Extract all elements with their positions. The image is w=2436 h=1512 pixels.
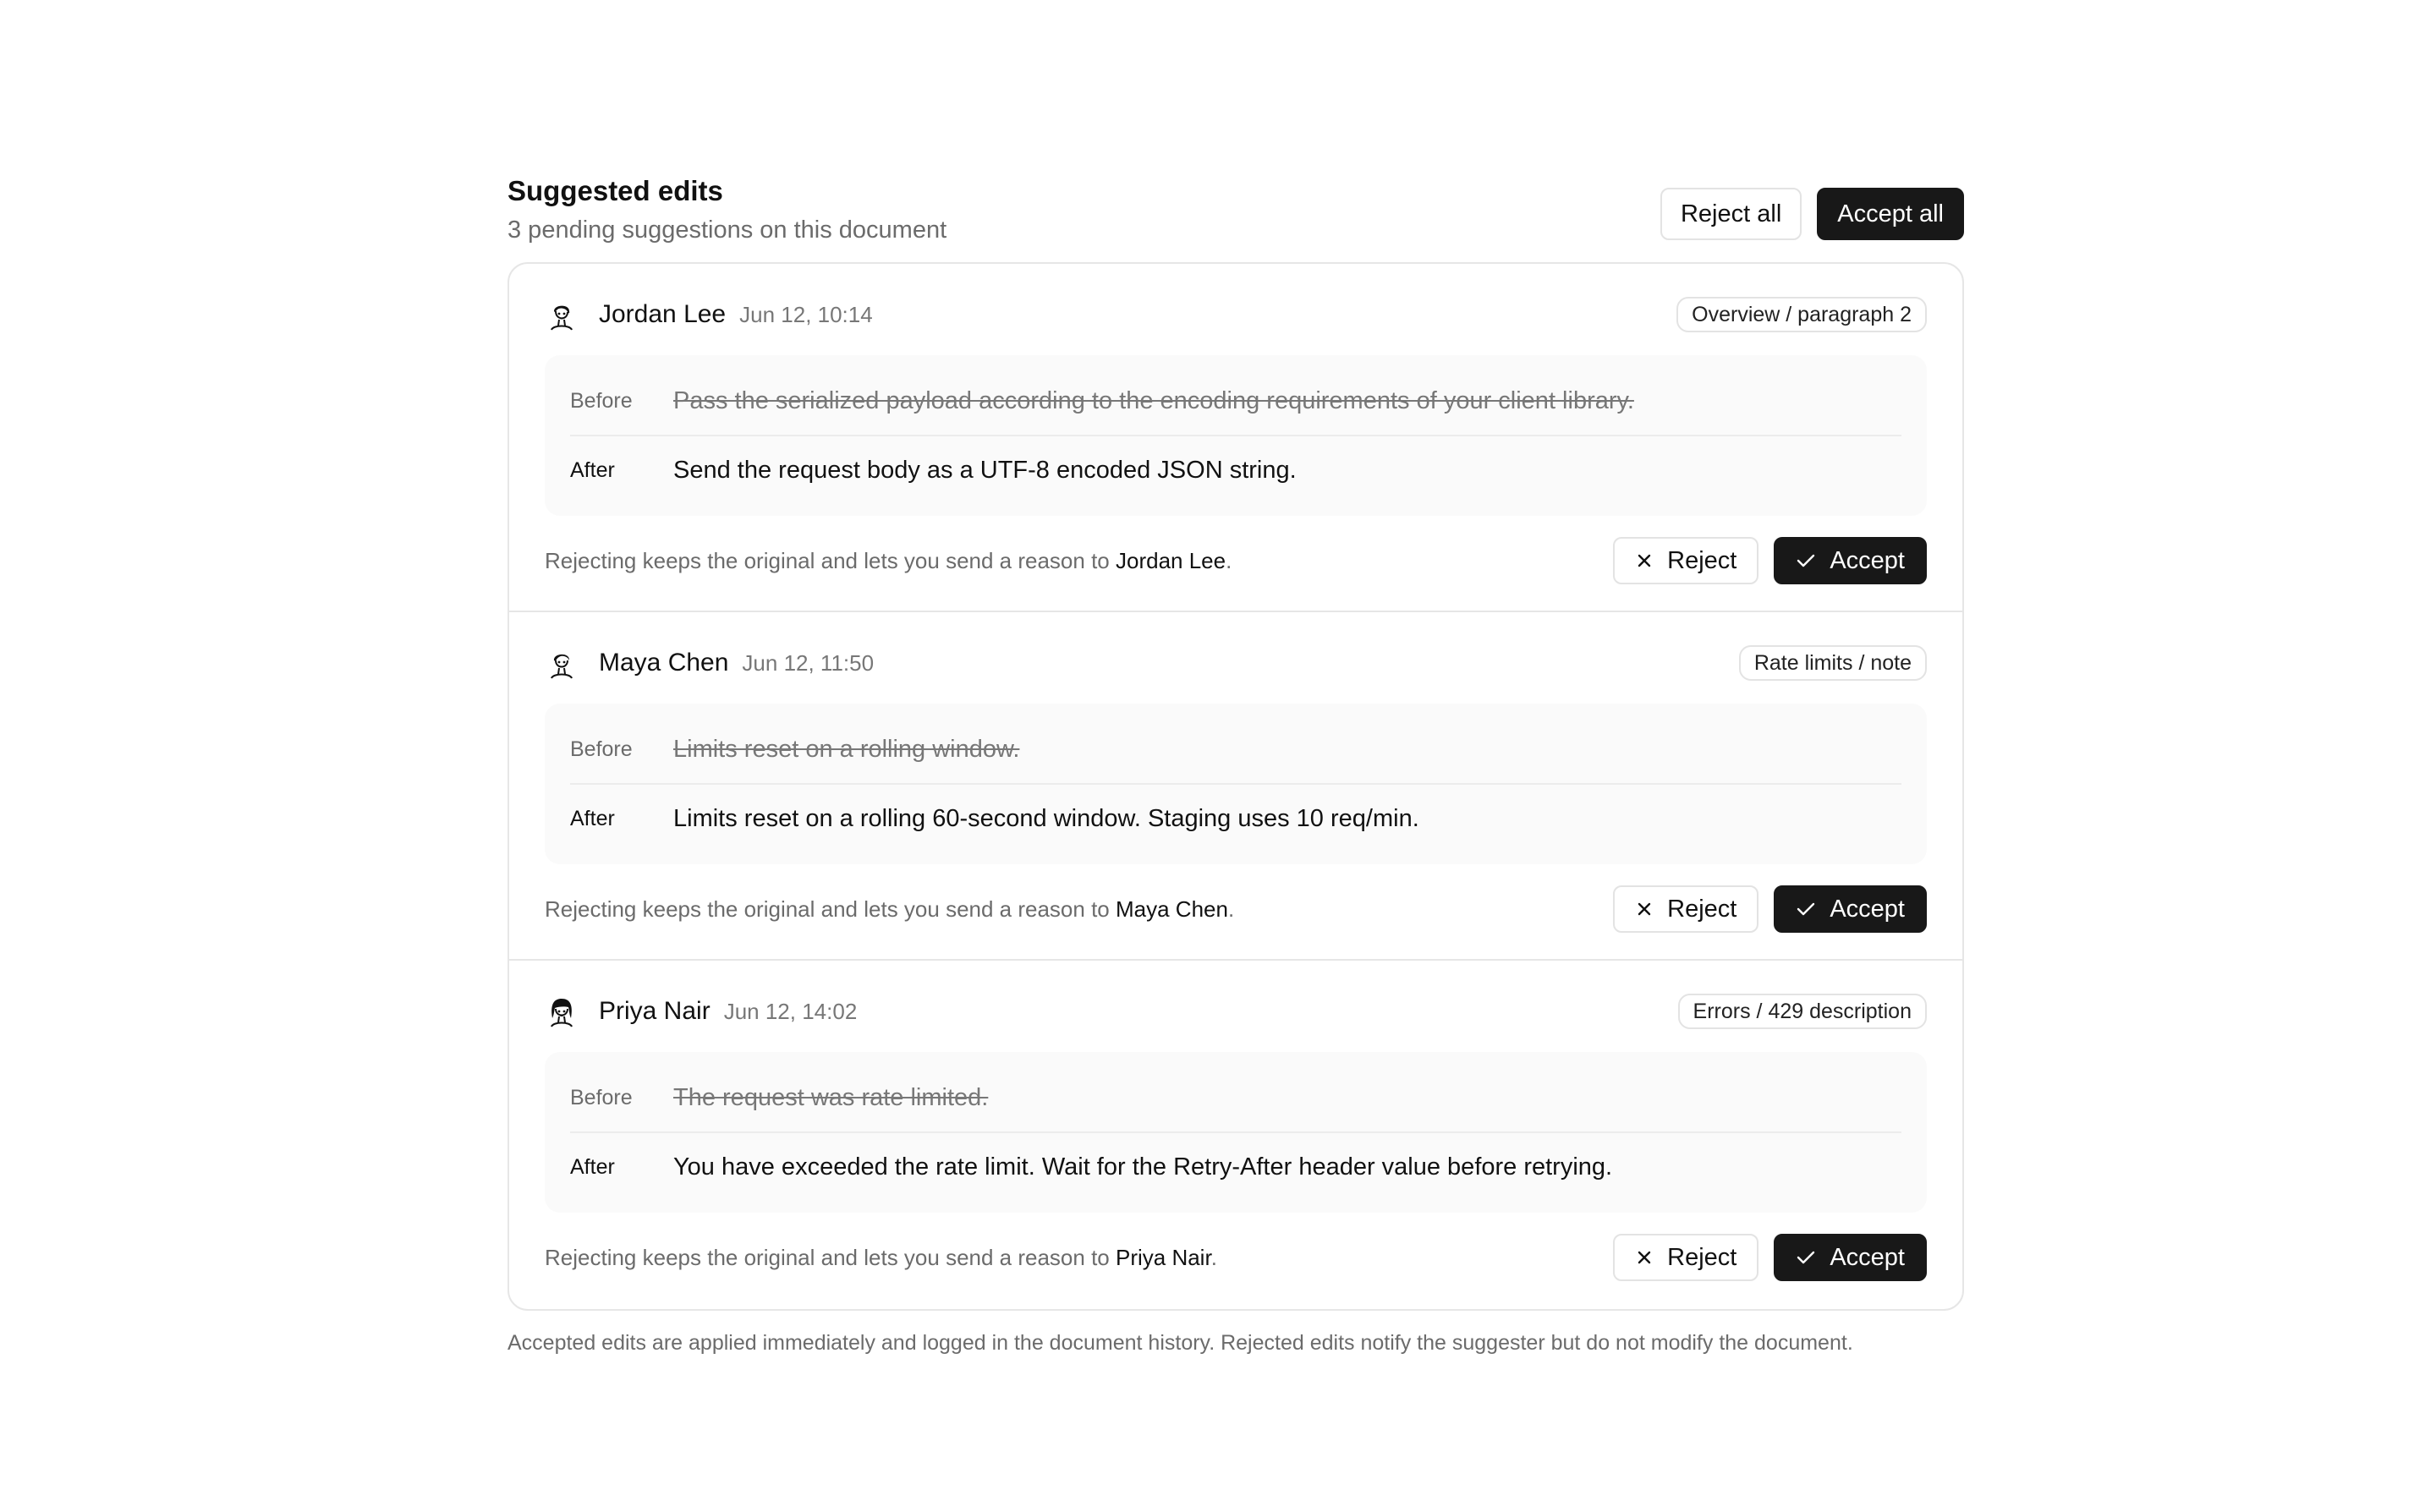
before-text: Pass the serialized payload according to… bbox=[673, 386, 1634, 414]
check-icon bbox=[1797, 902, 1815, 916]
reject-note-text: Rejecting keeps the original and lets yo… bbox=[545, 1244, 1116, 1270]
suggestion-footer: Rejecting keeps the original and lets yo… bbox=[545, 536, 1927, 585]
accept-button[interactable]: Accept bbox=[1774, 1234, 1927, 1281]
suggestion-footer: Rejecting keeps the original and lets yo… bbox=[545, 1233, 1927, 1282]
location-badge: Overview / paragraph 2 bbox=[1676, 297, 1927, 332]
bulk-actions: Reject all Accept all bbox=[1660, 188, 1964, 240]
before-row: Before Limits reset on a rolling window. bbox=[570, 715, 1901, 783]
reject-button-label: Reject bbox=[1667, 895, 1737, 923]
reject-note: Rejecting keeps the original and lets yo… bbox=[545, 1245, 1217, 1271]
after-row: After Send the request body as a UTF-8 e… bbox=[570, 435, 1901, 504]
close-icon bbox=[1638, 554, 1651, 567]
reject-note-text: Rejecting keeps the original and lets yo… bbox=[545, 547, 1116, 573]
suggestions-list: Jordan Lee Jun 12, 10:14 Overview / para… bbox=[508, 262, 1964, 1311]
accept-button[interactable]: Accept bbox=[1774, 885, 1927, 933]
before-text: The request was rate limited. bbox=[673, 1083, 989, 1111]
accept-button-label: Accept bbox=[1830, 1243, 1905, 1271]
reject-note-period: . bbox=[1226, 547, 1232, 573]
before-row: Before The request was rate limited. bbox=[570, 1064, 1901, 1131]
reject-note-name: Maya Chen bbox=[1115, 896, 1228, 922]
suggestion-item: Jordan Lee Jun 12, 10:14 Overview / para… bbox=[509, 264, 1962, 612]
close-icon bbox=[1638, 1251, 1651, 1264]
after-row: After You have exceeded the rate limit. … bbox=[570, 1131, 1901, 1201]
person-avatar-icon bbox=[551, 305, 573, 331]
header-text: Suggested edits 3 pending suggestions on… bbox=[508, 174, 946, 245]
diff-block: Before Pass the serialized payload accor… bbox=[545, 355, 1927, 516]
reject-all-button[interactable]: Reject all bbox=[1660, 188, 1802, 240]
after-label: After bbox=[570, 457, 615, 482]
reject-note-name: Priya Nair bbox=[1115, 1244, 1211, 1270]
accept-button-label: Accept bbox=[1830, 546, 1905, 574]
before-label: Before bbox=[570, 1085, 633, 1109]
after-text: You have exceeded the rate limit. Wait f… bbox=[673, 1153, 1613, 1181]
after-label: After bbox=[570, 1154, 615, 1179]
reject-button-label: Reject bbox=[1667, 1243, 1737, 1271]
accept-button-label: Accept bbox=[1830, 895, 1905, 923]
accept-button[interactable]: Accept bbox=[1774, 537, 1927, 584]
suggestion-author: Jordan Lee Jun 12, 10:14 bbox=[545, 298, 873, 331]
panel-header: Suggested edits 3 pending suggestions on… bbox=[508, 166, 1964, 245]
suggestion-header: Jordan Lee Jun 12, 10:14 Overview / para… bbox=[545, 293, 1927, 337]
suggestion-author: Priya Nair Jun 12, 14:02 bbox=[545, 994, 857, 1028]
close-icon bbox=[1638, 902, 1651, 916]
suggestion-author: Maya Chen Jun 12, 11:50 bbox=[545, 646, 874, 680]
after-label: After bbox=[570, 806, 615, 830]
page-subtitle: 3 pending suggestions on this document bbox=[508, 216, 947, 244]
author-name: Jordan Lee bbox=[599, 300, 727, 328]
reject-button[interactable]: Reject bbox=[1613, 1234, 1759, 1281]
reject-note-name: Jordan Lee bbox=[1115, 547, 1226, 573]
suggestion-timestamp: Jun 12, 11:50 bbox=[742, 649, 875, 676]
suggested-edits-panel: Suggested edits 3 pending suggestions on… bbox=[508, 166, 1964, 1356]
footer-note: Accepted edits are applied immediately a… bbox=[508, 1331, 1853, 1355]
before-row: Before Pass the serialized payload accor… bbox=[570, 367, 1901, 435]
reject-button-label: Reject bbox=[1667, 546, 1737, 574]
suggestion-header: Priya Nair Jun 12, 14:02 Errors / 429 de… bbox=[545, 989, 1927, 1033]
suggestion-actions: Reject Accept bbox=[1613, 537, 1927, 584]
diff-block: Before The request was rate limited. Aft… bbox=[545, 1052, 1927, 1213]
suggestion-actions: Reject Accept bbox=[1613, 1234, 1927, 1281]
after-text: Limits reset on a rolling 60-second wind… bbox=[673, 804, 1419, 832]
location-badge: Errors / 429 description bbox=[1677, 994, 1927, 1029]
person-avatar-icon bbox=[551, 999, 573, 1027]
location-badge: Rate limits / note bbox=[1738, 645, 1927, 681]
before-text: Limits reset on a rolling window. bbox=[673, 735, 1020, 763]
before-label: Before bbox=[570, 737, 633, 761]
reject-note: Rejecting keeps the original and lets yo… bbox=[545, 896, 1234, 923]
suggestion-timestamp: Jun 12, 14:02 bbox=[723, 998, 858, 1024]
person-avatar-icon bbox=[551, 654, 573, 679]
suggestion-actions: Reject Accept bbox=[1613, 885, 1927, 933]
author-name: Priya Nair bbox=[599, 997, 710, 1025]
reject-note-period: . bbox=[1227, 896, 1235, 922]
diff-block: Before Limits reset on a rolling window.… bbox=[545, 704, 1927, 864]
suggestion-item: Priya Nair Jun 12, 14:02 Errors / 429 de… bbox=[509, 961, 1962, 1309]
check-icon bbox=[1797, 1251, 1815, 1264]
reject-button[interactable]: Reject bbox=[1613, 537, 1759, 584]
reject-button[interactable]: Reject bbox=[1613, 885, 1759, 933]
suggestion-footer: Rejecting keeps the original and lets yo… bbox=[545, 885, 1927, 934]
suggestion-item: Maya Chen Jun 12, 11:50 Rate limits / no… bbox=[509, 612, 1962, 961]
check-icon bbox=[1797, 554, 1815, 567]
after-row: After Limits reset on a rolling 60-secon… bbox=[570, 783, 1901, 852]
suggestion-header: Maya Chen Jun 12, 11:50 Rate limits / no… bbox=[545, 641, 1927, 685]
reject-note: Rejecting keeps the original and lets yo… bbox=[545, 548, 1232, 574]
before-label: Before bbox=[570, 388, 633, 413]
suggestion-timestamp: Jun 12, 10:14 bbox=[739, 301, 873, 327]
reject-note-text: Rejecting keeps the original and lets yo… bbox=[545, 896, 1116, 922]
after-text: Send the request body as a UTF-8 encoded… bbox=[673, 456, 1297, 484]
reject-note-period: . bbox=[1210, 1244, 1217, 1270]
author-name: Maya Chen bbox=[599, 649, 729, 677]
accept-all-button[interactable]: Accept all bbox=[1817, 188, 1964, 240]
page-title: Suggested edits bbox=[508, 175, 723, 206]
